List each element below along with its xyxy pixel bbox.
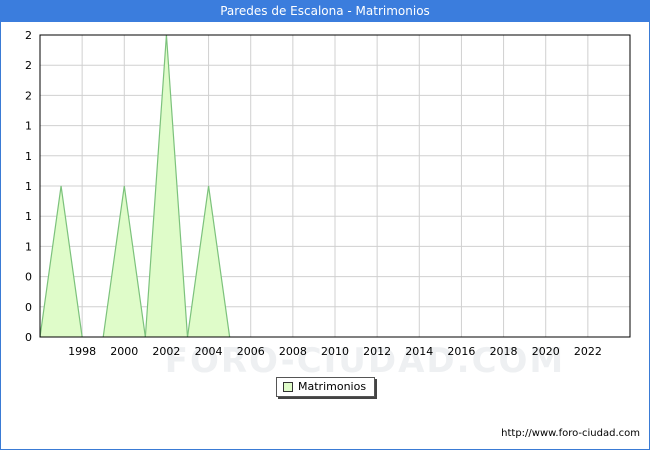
y-tick-label: 0 [25, 331, 32, 344]
x-tick-label: 2016 [447, 345, 475, 358]
x-tick-label: 2002 [152, 345, 180, 358]
x-tick-label: 2004 [195, 345, 223, 358]
x-tick-label: 2006 [237, 345, 265, 358]
x-tick-label: 2012 [363, 345, 391, 358]
y-tick-label: 2 [25, 89, 32, 102]
y-tick-label: 2 [25, 59, 32, 72]
y-tick-label: 1 [25, 240, 32, 253]
x-tick-label: 2020 [532, 345, 560, 358]
legend: Matrimonios [276, 377, 375, 397]
x-tick-label: 2008 [279, 345, 307, 358]
x-tick-label: 1998 [68, 345, 96, 358]
legend-swatch [283, 382, 293, 392]
legend-label: Matrimonios [298, 380, 367, 393]
y-tick-label: 1 [25, 150, 32, 163]
y-tick-label: 0 [25, 271, 32, 284]
y-tick-label: 1 [25, 120, 32, 133]
y-tick-label: 1 [25, 210, 32, 223]
x-tick-label: 2000 [110, 345, 138, 358]
y-tick-label: 0 [25, 301, 32, 314]
y-tick-label: 2 [25, 29, 32, 42]
y-tick-label: 1 [25, 180, 32, 193]
x-tick-label: 2014 [405, 345, 433, 358]
source-url: http://www.foro-ciudad.com [501, 428, 640, 439]
x-tick-label: 2018 [490, 345, 518, 358]
x-tick-label: 2022 [574, 345, 602, 358]
x-tick-label: 2010 [321, 345, 349, 358]
